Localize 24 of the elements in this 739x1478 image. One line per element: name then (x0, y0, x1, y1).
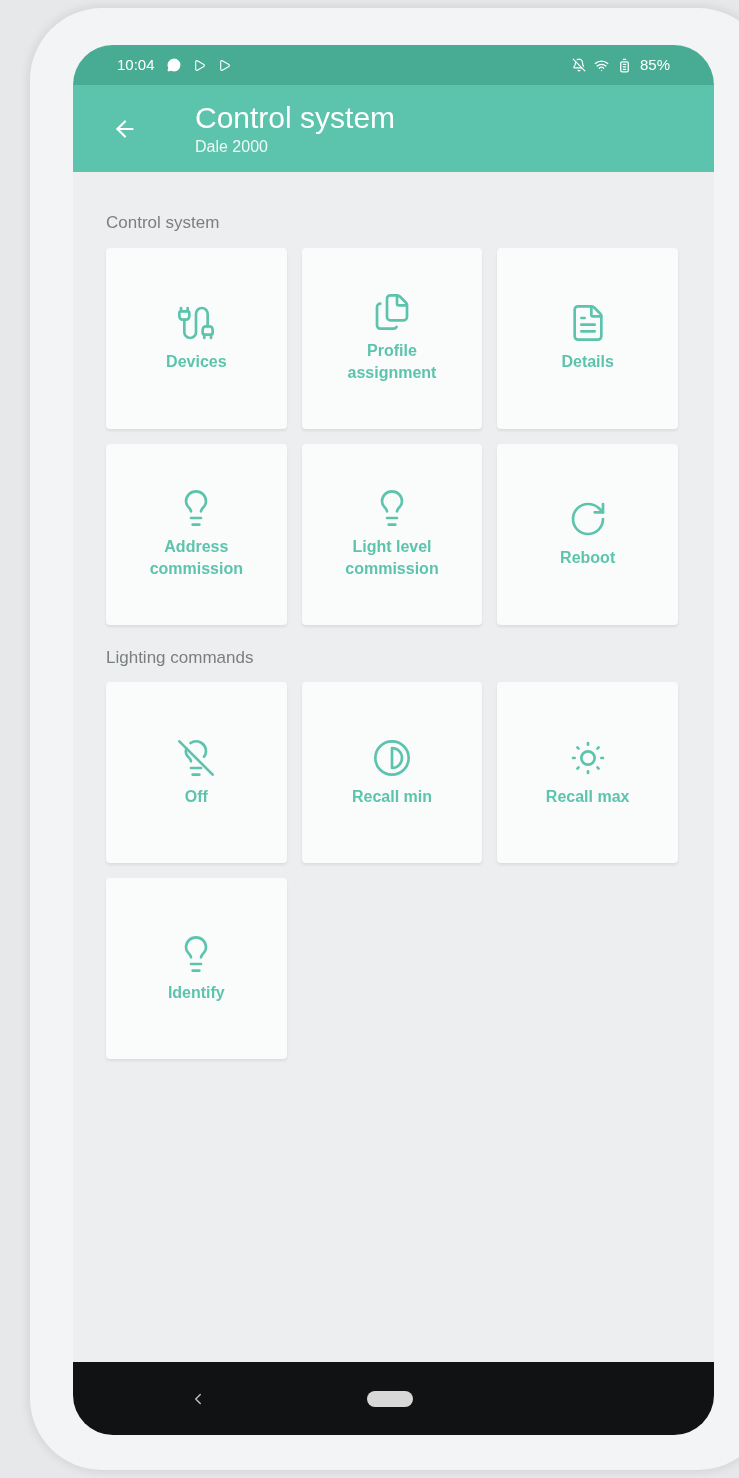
menu-tile[interactable]: Address commission (106, 443, 287, 625)
menu-tile[interactable]: Light level commission (301, 443, 483, 625)
half-circle-icon (372, 737, 412, 778)
app-bar-subtitle: Dale 2000 (195, 136, 269, 157)
menu-tile[interactable]: Off (106, 682, 287, 863)
menu-tile[interactable]: Details (497, 247, 678, 429)
section-title: Lighting commands (106, 646, 255, 669)
menu-tile[interactable]: Identify (106, 878, 287, 1059)
menu-tile[interactable]: Devices (106, 247, 287, 429)
menu-tile[interactable]: Reboot (497, 443, 678, 625)
message-icon (166, 58, 181, 72)
lightbulb-off-icon (176, 737, 217, 778)
section-title: Control system (106, 212, 221, 234)
wifi-icon (593, 57, 609, 73)
app-bar-title: Control system (195, 99, 396, 136)
play-icon (192, 58, 206, 72)
menu-tile[interactable]: Recall max (497, 682, 678, 863)
status-time: 10:04 (117, 54, 155, 75)
battery-percent: 85% (639, 54, 670, 75)
menu-tile[interactable]: Recall min (301, 682, 483, 863)
bell-off-icon (571, 58, 586, 72)
menu-tile[interactable]: Profile assignment (301, 247, 483, 429)
play-icon (217, 58, 231, 72)
home-button[interactable] (367, 1390, 413, 1407)
